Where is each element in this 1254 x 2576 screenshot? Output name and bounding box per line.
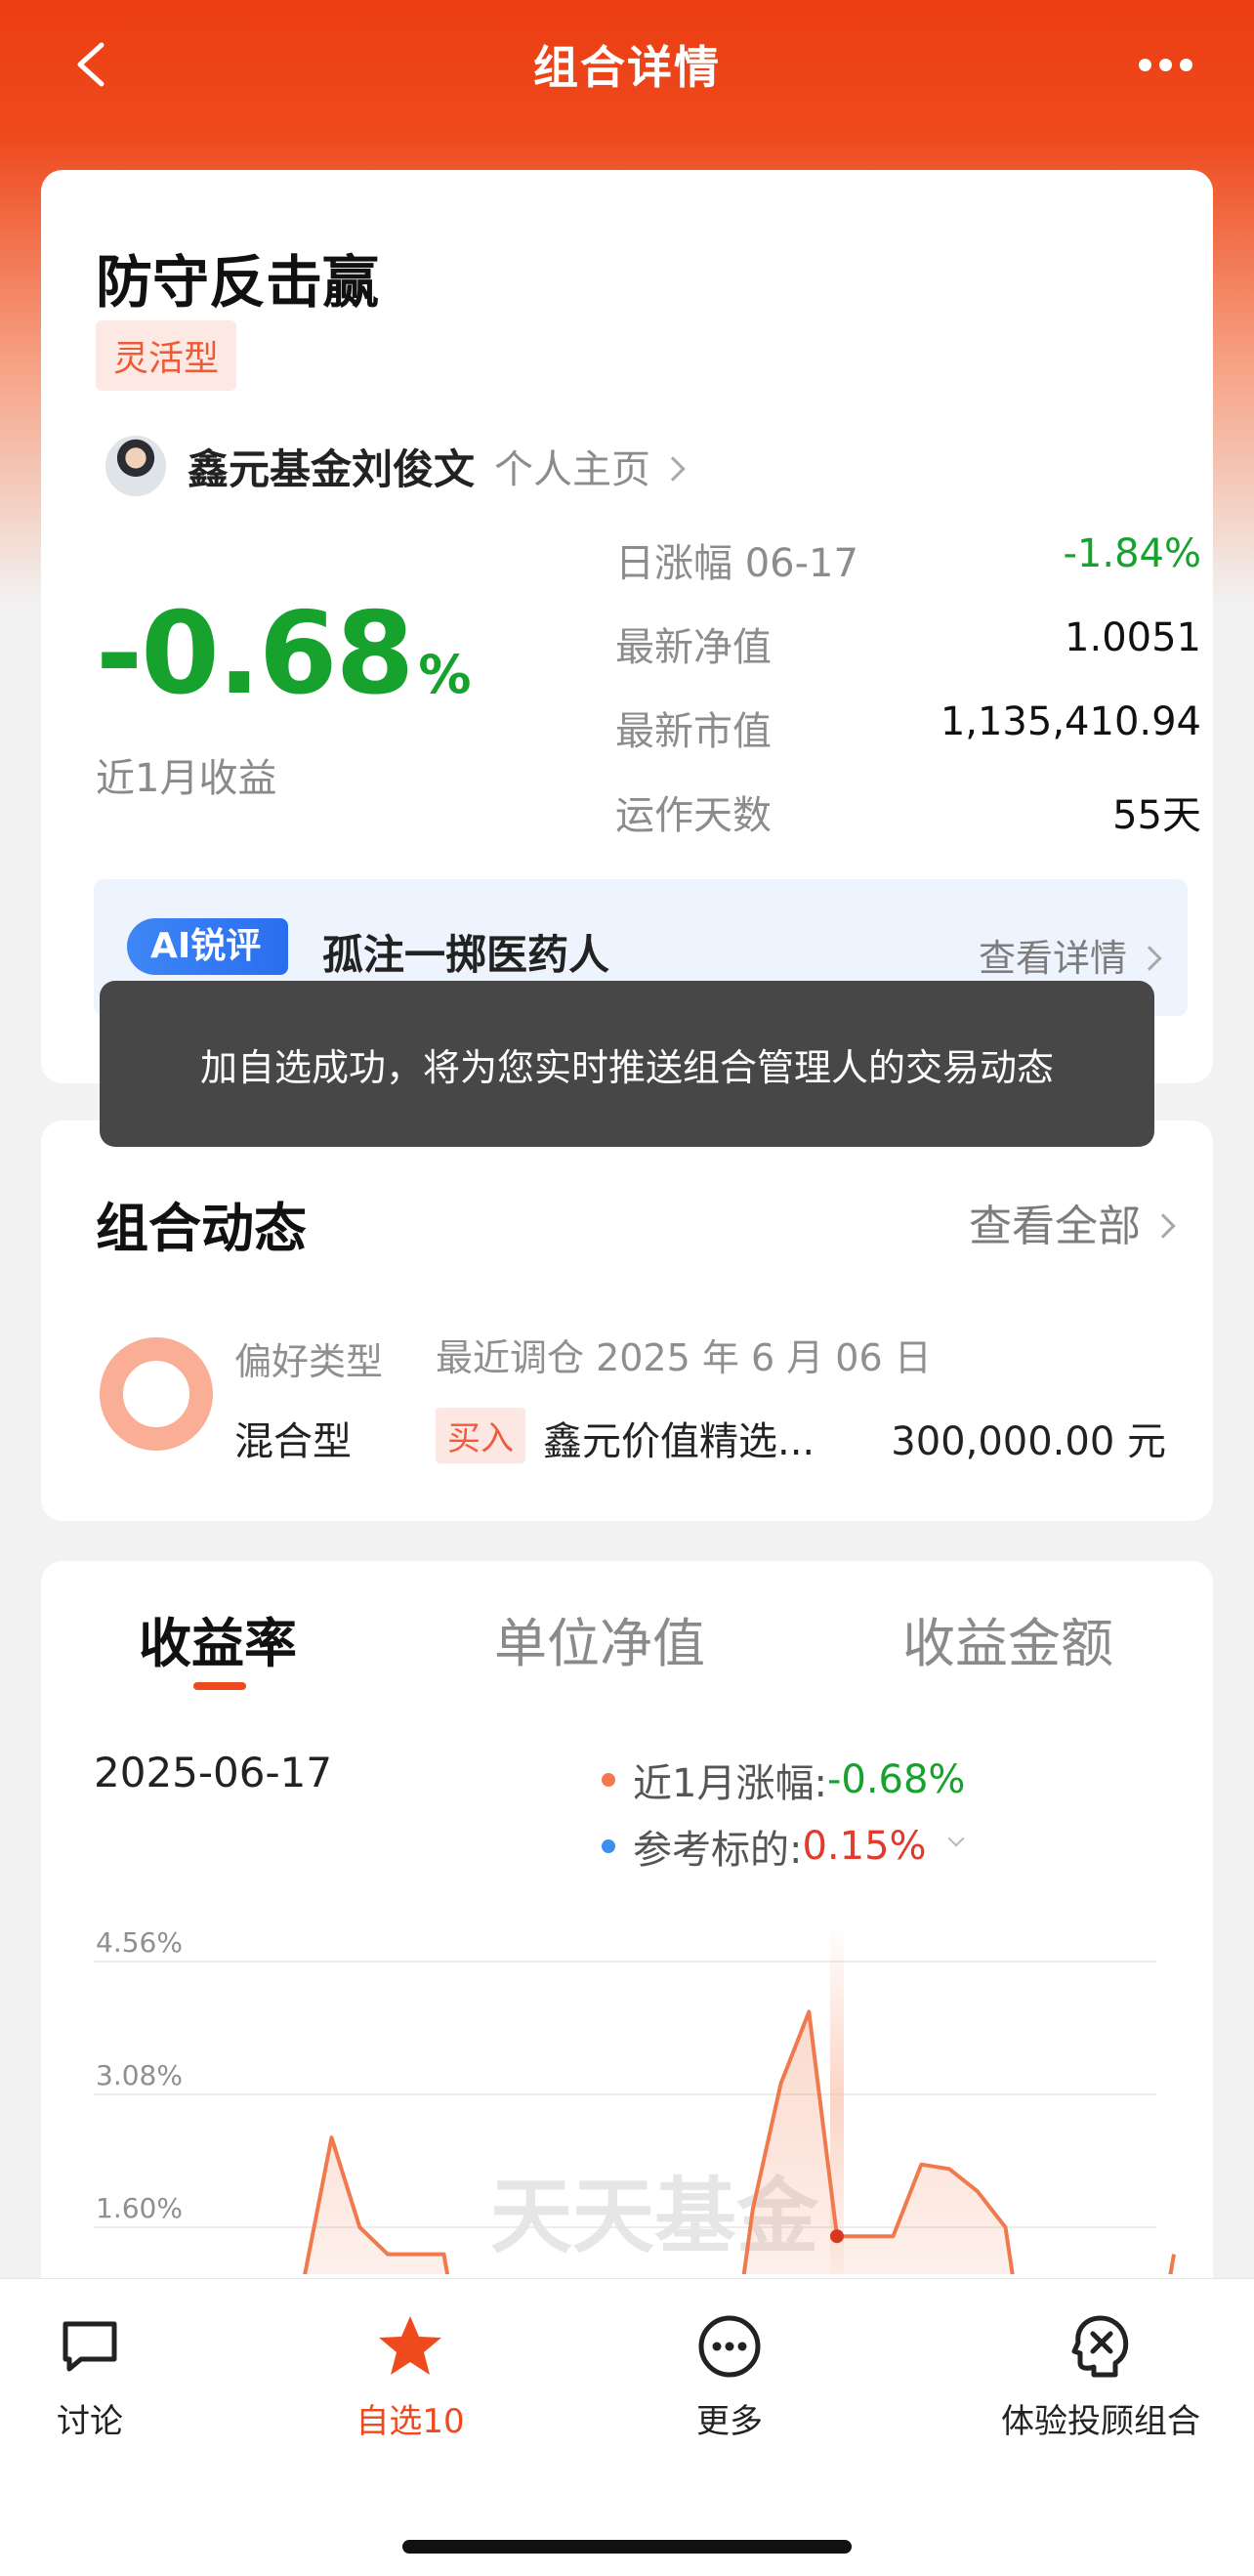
legend-benchmark[interactable]: 参考标的: 0.15% [602, 1813, 965, 1879]
stats-panel: 日涨幅 06-17 -1.84% 最新净值 1.0051 最新市值 1,135,… [615, 531, 1201, 867]
manager-row[interactable]: 鑫元基金刘俊文 个人主页 [105, 436, 686, 496]
tab-watchlist[interactable]: 自选10 [352, 2312, 469, 2442]
recent-rebalance: 最近调仓 2025 年 6 月 06 日 [436, 1336, 932, 1379]
back-icon[interactable] [70, 39, 113, 90]
tab-more[interactable]: 更多 [690, 2312, 769, 2442]
stat-market-value: 最新市值 1,135,410.94 [615, 699, 1201, 754]
more-icon [698, 2315, 761, 2378]
monthly-return-label: 近1月收益 [96, 756, 277, 801]
active-tab-indicator [193, 1682, 246, 1690]
tab-advisor[interactable]: 体验投顾组合 [996, 2312, 1205, 2442]
chevron-right-icon [660, 456, 686, 482]
monthly-return-value: -0.68% [96, 588, 471, 720]
fund-name: 防守反击赢 [96, 249, 380, 316]
preference-label: 偏好类型 [234, 1340, 384, 1383]
manager-avatar[interactable] [105, 436, 166, 496]
more-options-icon[interactable] [1139, 51, 1195, 78]
fund-type-tag: 灵活型 [96, 320, 237, 391]
buy-tag: 买入 [436, 1408, 525, 1463]
manager-name[interactable]: 鑫元基金刘俊文 [188, 437, 475, 496]
legend-fund: 近1月涨幅: -0.68% [602, 1747, 965, 1813]
tab-unit-nav[interactable]: 单位净值 [494, 1600, 705, 1677]
stat-running-days: 运作天数 55天 [615, 793, 1201, 838]
chevron-down-icon[interactable] [947, 1830, 965, 1847]
profile-link[interactable]: 个人主页 [494, 438, 686, 494]
tab-return-rate[interactable]: 收益率 [139, 1600, 297, 1677]
home-indicator [402, 2540, 852, 2554]
view-details-link[interactable]: 查看详情 [979, 928, 1162, 982]
return-chart[interactable]: 4.56%3.08%1.60% 天天基金 [41, 1922, 1213, 2274]
ai-review-text: 孤注一掷医药人 [322, 931, 610, 979]
ai-review-badge: AI锐评 [127, 918, 289, 975]
page-title: 组合详情 [533, 41, 721, 94]
tab-discuss-label: 讨论 [57, 2402, 123, 2441]
chart-legend: 近1月涨幅: -0.68% 参考标的: 0.15% [602, 1747, 965, 1879]
advisor-icon [1071, 2315, 1129, 2378]
y-tick-label: 3.08% [96, 2059, 183, 2091]
preference-donut-icon [100, 1337, 213, 1451]
tab-more-label: 更多 [696, 2402, 763, 2441]
chat-icon [63, 2321, 117, 2372]
chevron-right-icon [1150, 1213, 1176, 1239]
highlight-point [830, 2229, 844, 2244]
bottom-tab-bar: 讨论 自选10 更多 体验投顾组合 [0, 2278, 1254, 2576]
preference-value: 混合型 [234, 1419, 352, 1464]
tab-advisor-label: 体验投顾组合 [1001, 2402, 1200, 2441]
toast-message: 加自选成功，将为您实时推送组合管理人的交易动态 [100, 981, 1154, 1147]
stat-latest-nav: 最新净值 1.0051 [615, 615, 1201, 670]
stat-daily-change: 日涨幅 06-17 -1.84% [615, 531, 1201, 586]
chart-date: 2025-06-17 [94, 1749, 333, 1796]
chart-tabs: 收益率 单位净值 收益金额 [41, 1600, 1213, 1708]
buy-target[interactable]: 鑫元价值精选... [543, 1410, 815, 1466]
tab-return-amount[interactable]: 收益金额 [902, 1600, 1113, 1677]
y-tick-label: 1.60% [96, 2192, 183, 2224]
tab-watchlist-label: 自选10 [355, 2402, 465, 2441]
portfolio-dynamics-card: 组合动态 查看全部 偏好类型 混合型 最近调仓 2025 年 6 月 06 日 … [41, 1120, 1213, 1521]
tab-discuss[interactable]: 讨论 [51, 2312, 129, 2442]
star-icon [379, 2316, 441, 2375]
view-all-link[interactable]: 查看全部 [969, 1191, 1176, 1253]
dynamics-title: 组合动态 [96, 1198, 307, 1259]
buy-amount: 300,000.00 元 [891, 1419, 1166, 1464]
nav-bar: 组合详情 [0, 0, 1254, 129]
chevron-right-icon [1137, 945, 1162, 971]
y-tick-label: 4.56% [96, 1926, 183, 1959]
fund-summary-card: 防守反击赢 灵活型 鑫元基金刘俊文 个人主页 -0.68% 近1月收益 日涨幅 … [41, 170, 1213, 1083]
